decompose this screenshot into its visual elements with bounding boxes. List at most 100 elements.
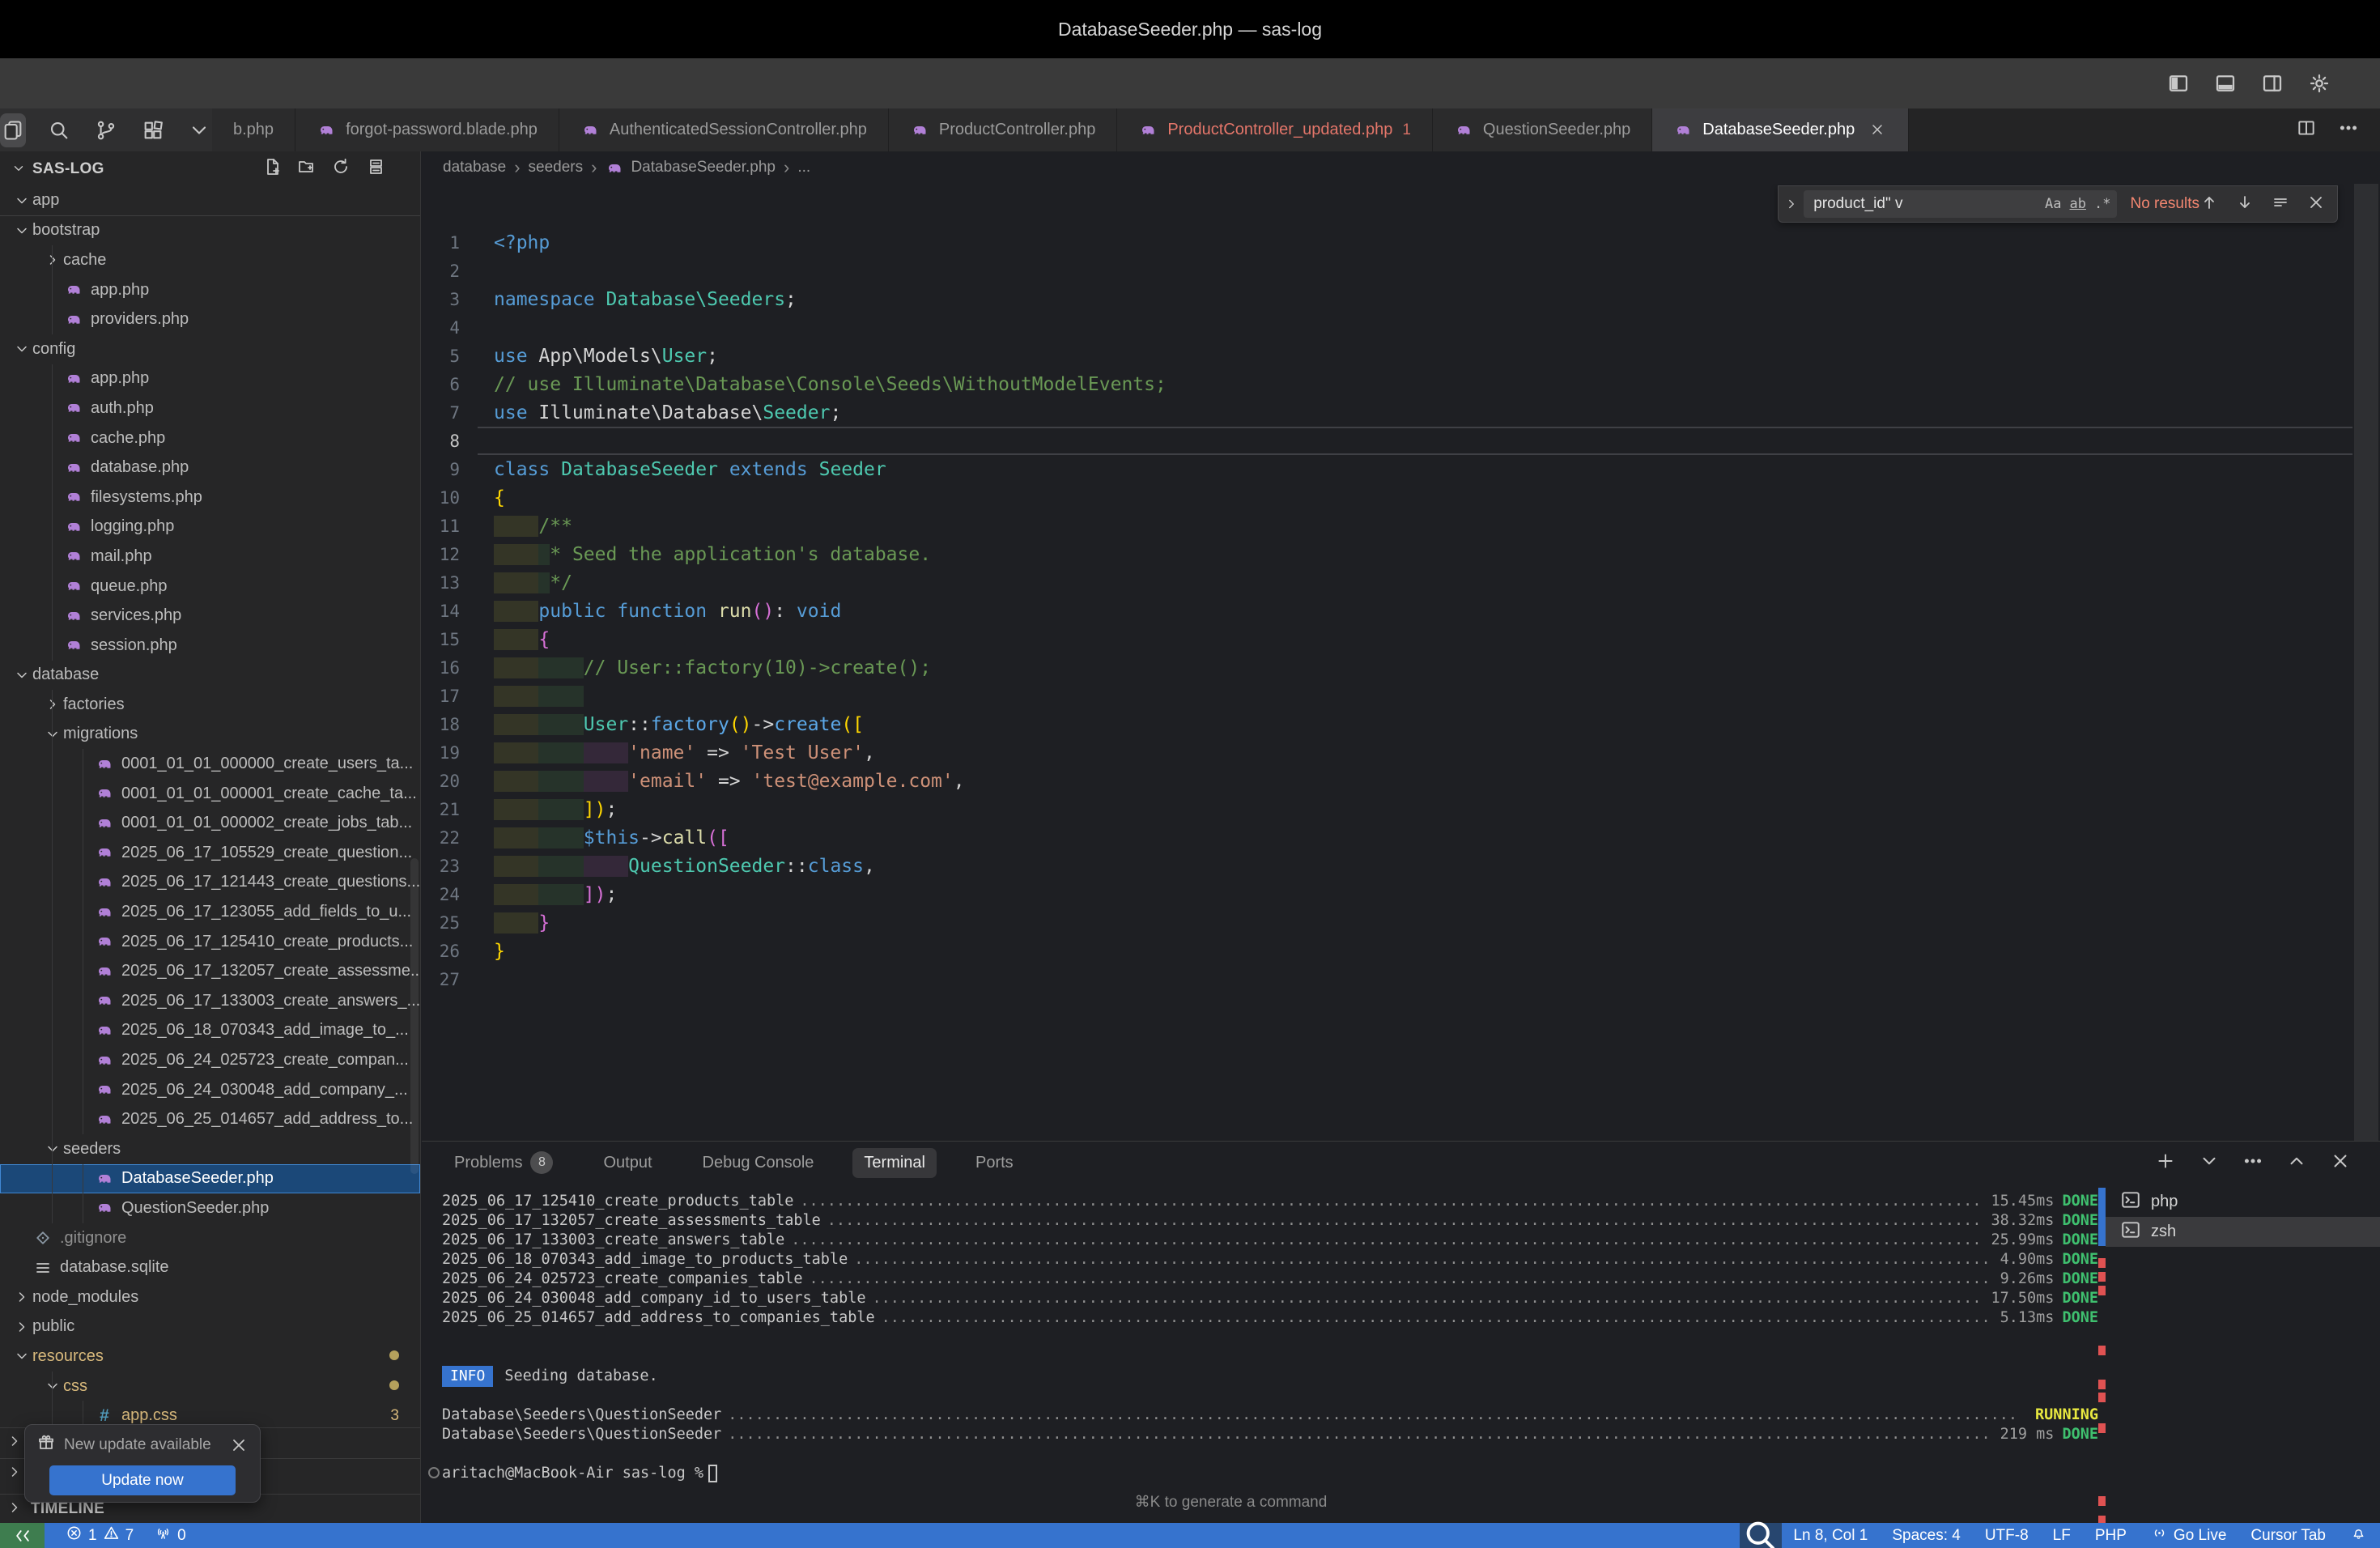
file-providers.php[interactable]: providers.php [0, 304, 420, 334]
code-line-21[interactable]: 21 ]); [422, 795, 2380, 823]
file-filesystems.php[interactable]: filesystems.php [0, 483, 420, 512]
whole-word-toggle[interactable]: ab [2070, 196, 2086, 212]
code-line-11[interactable]: 11 /** [422, 512, 2380, 540]
file-QuestionSeeder.php[interactable]: QuestionSeeder.php [0, 1193, 420, 1223]
file-app.php[interactable]: app.php [0, 364, 420, 394]
update-now-button[interactable]: Update now [49, 1465, 236, 1495]
breadcrumb-item[interactable]: DatabaseSeeder.php [631, 159, 776, 176]
breadcrumb-item[interactable]: database [443, 159, 506, 176]
folder-node_modules[interactable]: node_modules [0, 1282, 420, 1312]
file-2025_06_17_125410_create_products...[interactable]: 2025_06_17_125410_create_products... [0, 927, 420, 957]
close-icon[interactable] [1869, 121, 1887, 139]
tab-DatabaseSeeder.php[interactable]: DatabaseSeeder.php [1652, 108, 1909, 151]
chevron-down-icon[interactable] [11, 161, 28, 177]
find-expand-chevron-icon[interactable] [1779, 197, 1804, 211]
file-2025_06_18_070343_add_image_to_...[interactable]: 2025_06_18_070343_add_image_to_... [0, 1016, 420, 1046]
settings-gear-icon[interactable] [2306, 70, 2333, 97]
terminal-instance-zsh[interactable]: zsh [2106, 1217, 2380, 1247]
activity-search-icon[interactable] [47, 113, 73, 147]
panel-tab-output[interactable]: Output [592, 1148, 663, 1178]
file-0001_01_01_000002_create_jobs_tab...[interactable]: 0001_01_01_000002_create_jobs_tab... [0, 808, 420, 838]
panel-tab-terminal[interactable]: Terminal [852, 1148, 937, 1178]
folder-migrations[interactable]: migrations [0, 720, 420, 750]
match-case-toggle[interactable]: Aa [2045, 196, 2061, 212]
code-line-20[interactable]: 20 'email' => 'test@example.com', [422, 767, 2380, 795]
folder-cache[interactable]: cache [0, 245, 420, 275]
regex-toggle[interactable]: .* [2094, 196, 2110, 212]
file-2025_06_17_121443_create_questions...[interactable]: 2025_06_17_121443_create_questions... [0, 868, 420, 898]
file-services.php[interactable]: services.php [0, 601, 420, 631]
folder-bootstrap[interactable]: bootstrap [0, 216, 420, 246]
problems-status[interactable]: 1 7 [66, 1525, 134, 1546]
toggle-panel-icon[interactable] [2212, 70, 2239, 97]
file-database.sqlite[interactable]: database.sqlite [0, 1252, 420, 1282]
activity-files-icon[interactable] [0, 113, 26, 147]
status-utf-8[interactable]: UTF-8 [1985, 1527, 2029, 1545]
code-line-24[interactable]: 24 ]); [422, 880, 2380, 908]
folder-factories[interactable]: factories [0, 690, 420, 720]
file-2025_06_25_014657_add_address_to...[interactable]: 2025_06_25_014657_add_address_to... [0, 1104, 420, 1134]
folder-config[interactable]: config [0, 334, 420, 364]
file-2025_06_17_123055_add_fields_to_u...[interactable]: 2025_06_17_123055_add_fields_to_u... [0, 897, 420, 927]
editor-scrollbar[interactable] [2354, 184, 2378, 1141]
file-0001_01_01_000000_create_users_ta...[interactable]: 0001_01_01_000000_create_users_ta... [0, 749, 420, 779]
code-line-12[interactable]: 12 * Seed the application's database. [422, 540, 2380, 568]
file-cache.php[interactable]: cache.php [0, 423, 420, 453]
maximize-panel-icon[interactable] [2286, 1150, 2307, 1176]
code-line-22[interactable]: 22 $this->call([ [422, 823, 2380, 852]
activity-source-control-icon[interactable] [93, 113, 119, 147]
file-database.php[interactable]: database.php [0, 453, 420, 483]
panel-tab-ports[interactable]: Ports [964, 1148, 1025, 1178]
close-icon[interactable] [2306, 193, 2326, 216]
panel-more-icon[interactable] [2242, 1150, 2263, 1176]
cursor-tab-status[interactable]: Cursor Tab [2250, 1527, 2326, 1545]
file-0001_01_01_000001_create_cache_ta...[interactable]: 0001_01_01_000001_create_cache_ta... [0, 779, 420, 809]
file-2025_06_24_030048_add_company_...[interactable]: 2025_06_24_030048_add_company_... [0, 1075, 420, 1105]
tab-AuthenticatedSessionController.php[interactable]: AuthenticatedSessionController.php [559, 108, 889, 151]
folder-public[interactable]: public [0, 1312, 420, 1342]
file-queue.php[interactable]: queue.php [0, 572, 420, 602]
status-ln-8-col-1[interactable]: Ln 8, Col 1 [1793, 1527, 1868, 1545]
code-line-19[interactable]: 19 'name' => 'Test User', [422, 738, 2380, 767]
search-status-icon[interactable] [1740, 1523, 1782, 1548]
file-session.php[interactable]: session.php [0, 631, 420, 661]
terminal-instance-php[interactable]: php [2106, 1187, 2380, 1217]
code-line-6[interactable]: 6// use Illuminate\Database\Console\Seed… [422, 370, 2380, 398]
remote-indicator[interactable] [0, 1523, 45, 1548]
code-line-26[interactable]: 26} [422, 937, 2380, 965]
folder-css[interactable]: css [0, 1372, 420, 1401]
tab-QuestionSeeder.php[interactable]: QuestionSeeder.php [1433, 108, 1652, 151]
breadcrumb-item[interactable]: ... [797, 159, 810, 176]
code-editor[interactable]: product_id" v Aa ab .* No results 1<?php… [422, 184, 2380, 1141]
toggle-sidebar-icon[interactable] [2165, 70, 2192, 97]
ports-status[interactable]: 0 [155, 1525, 186, 1546]
breadcrumb-item[interactable]: seeders [529, 159, 584, 176]
file-2025_06_24_025723_create_compan...[interactable]: 2025_06_24_025723_create_compan... [0, 1045, 420, 1075]
terminal-output[interactable]: 2025_06_17_125410_create_products_table … [442, 1192, 2098, 1483]
terminal-prompt-line[interactable]: aritach@MacBook-Air sas-log % [442, 1464, 2098, 1483]
panel-tab-problems[interactable]: Problems8 [443, 1146, 564, 1180]
code-line-10[interactable]: 10{ [422, 483, 2380, 512]
status-lf[interactable]: LF [2053, 1527, 2071, 1545]
tab-b.php[interactable]: b.php [212, 108, 295, 151]
file-.gitignore[interactable]: .gitignore [0, 1223, 420, 1253]
find-input[interactable]: product_id" v Aa ab .* [1804, 190, 2117, 218]
code-line-9[interactable]: 9class DatabaseSeeder extends Seeder [422, 455, 2380, 483]
collapse-all-icon[interactable] [365, 157, 385, 181]
code-lines[interactable]: 1<?php23namespace Database\Seeders;45use… [422, 228, 2380, 993]
tab-ProductController_updated.php[interactable]: ProductController_updated.php1 [1117, 108, 1433, 151]
code-line-14[interactable]: 14 public function run(): void [422, 597, 2380, 625]
status-php[interactable]: PHP [2095, 1527, 2127, 1545]
file-mail.php[interactable]: mail.php [0, 542, 420, 572]
activity-extensions-icon[interactable] [140, 113, 166, 147]
activity-chevron-down-icon[interactable] [186, 113, 212, 147]
code-line-17[interactable]: 17 [422, 682, 2380, 710]
code-line-13[interactable]: 13 */ [422, 568, 2380, 597]
code-line-1[interactable]: 1<?php [422, 228, 2380, 257]
folder-app[interactable]: app [0, 186, 420, 216]
go-live-button[interactable]: Go Live [2151, 1525, 2226, 1546]
status-spaces-4[interactable]: Spaces: 4 [1892, 1527, 1961, 1545]
folder-resources[interactable]: resources [0, 1342, 420, 1372]
code-line-5[interactable]: 5use App\Models\User; [422, 342, 2380, 370]
terminal-dropdown-icon[interactable] [2199, 1150, 2220, 1176]
